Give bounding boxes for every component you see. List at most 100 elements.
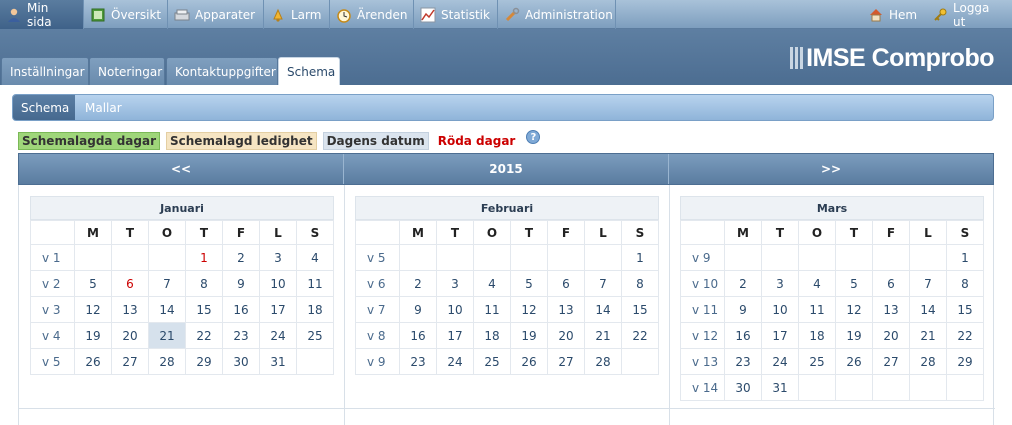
day-cell[interactable]: 15 bbox=[185, 296, 223, 323]
day-cell[interactable]: 21 bbox=[909, 322, 947, 349]
next-year-button[interactable]: >> bbox=[669, 154, 993, 184]
day-cell[interactable]: 19 bbox=[74, 322, 112, 349]
week-number[interactable]: v 11 bbox=[680, 296, 725, 323]
day-cell-today[interactable]: 21 bbox=[148, 322, 186, 349]
day-cell[interactable]: 16 bbox=[399, 322, 437, 349]
day-cell[interactable]: 13 bbox=[547, 296, 585, 323]
week-number[interactable]: v 1 bbox=[30, 244, 75, 271]
day-cell[interactable]: 17 bbox=[761, 322, 799, 349]
day-cell[interactable]: 31 bbox=[259, 348, 297, 375]
day-cell[interactable]: 9 bbox=[399, 296, 437, 323]
week-number[interactable]: v 10 bbox=[680, 270, 725, 297]
day-cell[interactable]: 12 bbox=[835, 296, 873, 323]
day-cell[interactable]: 25 bbox=[296, 322, 334, 349]
nav-hem[interactable]: Hem bbox=[862, 0, 922, 29]
day-cell[interactable]: 6 bbox=[872, 270, 910, 297]
nav-min-sida[interactable]: Min sida bbox=[0, 0, 84, 29]
day-cell[interactable]: 16 bbox=[222, 296, 260, 323]
week-number[interactable]: v 9 bbox=[355, 348, 400, 375]
tab-kontaktuppgifter[interactable]: Kontaktuppgifter bbox=[166, 57, 278, 85]
nav-logga-ut[interactable]: Logga ut bbox=[926, 0, 1008, 29]
day-cell[interactable]: 4 bbox=[296, 244, 334, 271]
day-cell[interactable]: 26 bbox=[835, 348, 873, 375]
day-cell[interactable]: 28 bbox=[584, 348, 622, 375]
day-cell[interactable]: 19 bbox=[835, 322, 873, 349]
day-cell[interactable]: 2 bbox=[399, 270, 437, 297]
week-number[interactable]: v 8 bbox=[355, 322, 400, 349]
day-cell[interactable]: 2 bbox=[222, 244, 260, 271]
day-cell[interactable]: 21 bbox=[584, 322, 622, 349]
day-cell[interactable]: 12 bbox=[510, 296, 548, 323]
day-cell[interactable]: 16 bbox=[724, 322, 762, 349]
prev-year-button[interactable]: << bbox=[19, 154, 344, 184]
day-cell[interactable]: 30 bbox=[222, 348, 260, 375]
week-number[interactable]: v 7 bbox=[355, 296, 400, 323]
day-cell[interactable]: 3 bbox=[436, 270, 474, 297]
nav-statistik[interactable]: Statistik bbox=[414, 0, 498, 29]
day-cell[interactable]: 7 bbox=[909, 270, 947, 297]
day-cell[interactable]: 6 bbox=[111, 270, 149, 297]
day-cell[interactable]: 1 bbox=[185, 244, 223, 271]
day-cell[interactable]: 20 bbox=[111, 322, 149, 349]
day-cell[interactable]: 17 bbox=[436, 322, 474, 349]
day-cell[interactable]: 10 bbox=[436, 296, 474, 323]
day-cell[interactable]: 10 bbox=[761, 296, 799, 323]
help-icon[interactable]: ? bbox=[526, 130, 541, 144]
day-cell[interactable]: 4 bbox=[798, 270, 836, 297]
day-cell[interactable]: 9 bbox=[222, 270, 260, 297]
day-cell[interactable]: 22 bbox=[185, 322, 223, 349]
day-cell[interactable]: 22 bbox=[946, 322, 984, 349]
nav-apparater[interactable]: Apparater bbox=[168, 0, 264, 29]
nav-arenden[interactable]: Ärenden bbox=[330, 0, 414, 29]
day-cell[interactable]: 5 bbox=[74, 270, 112, 297]
week-number[interactable]: v 13 bbox=[680, 348, 725, 375]
day-cell[interactable]: 24 bbox=[761, 348, 799, 375]
tab-installningar[interactable]: Inställningar bbox=[1, 57, 89, 85]
day-cell[interactable]: 27 bbox=[547, 348, 585, 375]
day-cell[interactable]: 25 bbox=[473, 348, 511, 375]
day-cell[interactable]: 15 bbox=[946, 296, 984, 323]
day-cell[interactable]: 14 bbox=[909, 296, 947, 323]
tab-noteringar[interactable]: Noteringar bbox=[89, 57, 165, 85]
day-cell[interactable]: 28 bbox=[148, 348, 186, 375]
tab-schema[interactable]: Schema bbox=[278, 57, 340, 85]
day-cell[interactable]: 10 bbox=[259, 270, 297, 297]
day-cell[interactable]: 12 bbox=[74, 296, 112, 323]
day-cell[interactable]: 24 bbox=[259, 322, 297, 349]
day-cell[interactable]: 26 bbox=[74, 348, 112, 375]
day-cell[interactable]: 30 bbox=[724, 374, 762, 401]
day-cell[interactable]: 3 bbox=[761, 270, 799, 297]
day-cell[interactable]: 8 bbox=[946, 270, 984, 297]
day-cell[interactable]: 23 bbox=[222, 322, 260, 349]
day-cell[interactable]: 4 bbox=[473, 270, 511, 297]
day-cell[interactable]: 25 bbox=[798, 348, 836, 375]
day-cell[interactable]: 18 bbox=[296, 296, 334, 323]
day-cell[interactable]: 27 bbox=[872, 348, 910, 375]
nav-larm[interactable]: Larm bbox=[264, 0, 330, 29]
day-cell[interactable]: 2 bbox=[724, 270, 762, 297]
day-cell[interactable]: 17 bbox=[259, 296, 297, 323]
week-number[interactable]: v 14 bbox=[680, 374, 725, 401]
day-cell[interactable]: 22 bbox=[621, 322, 659, 349]
day-cell[interactable]: 26 bbox=[510, 348, 548, 375]
day-cell[interactable]: 13 bbox=[872, 296, 910, 323]
nav-oversikt[interactable]: Översikt bbox=[84, 0, 168, 29]
week-number[interactable]: v 5 bbox=[30, 348, 75, 375]
day-cell[interactable]: 27 bbox=[111, 348, 149, 375]
day-cell[interactable]: 1 bbox=[621, 244, 659, 271]
week-number[interactable]: v 3 bbox=[30, 296, 75, 323]
day-cell[interactable]: 5 bbox=[510, 270, 548, 297]
day-cell[interactable]: 14 bbox=[148, 296, 186, 323]
subnav-mallar[interactable]: Mallar bbox=[77, 95, 131, 120]
day-cell[interactable]: 5 bbox=[835, 270, 873, 297]
week-number[interactable]: v 5 bbox=[355, 244, 400, 271]
day-cell[interactable]: 20 bbox=[547, 322, 585, 349]
day-cell[interactable]: 18 bbox=[473, 322, 511, 349]
day-cell[interactable]: 11 bbox=[798, 296, 836, 323]
day-cell[interactable]: 14 bbox=[584, 296, 622, 323]
day-cell[interactable]: 11 bbox=[473, 296, 511, 323]
day-cell[interactable]: 8 bbox=[185, 270, 223, 297]
day-cell[interactable]: 3 bbox=[259, 244, 297, 271]
day-cell[interactable]: 9 bbox=[724, 296, 762, 323]
day-cell[interactable]: 11 bbox=[296, 270, 334, 297]
